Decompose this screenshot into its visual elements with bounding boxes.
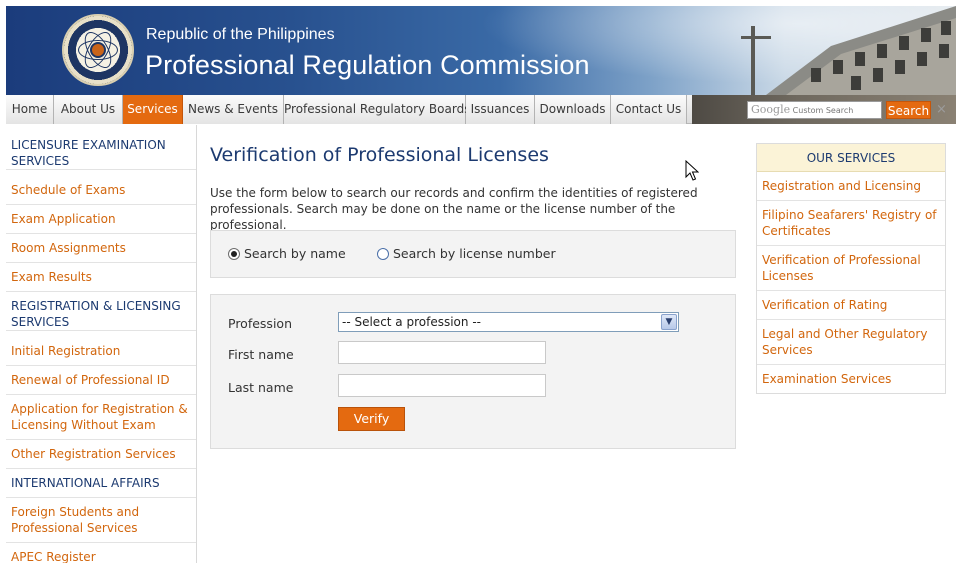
search-mode-panel: Search by name Search by license number [210,230,736,278]
chevron-down-icon[interactable]: ▼ [661,314,677,330]
first-name-label: First name [228,347,294,362]
prc-seal-logo [62,14,134,86]
nav-tab-news-events[interactable]: News & Events [183,95,284,124]
service-registration-licensing[interactable]: Registration and Licensing [757,172,945,201]
profession-label: Profession [228,316,292,331]
mouse-cursor-icon [685,160,699,181]
sidebar-item-exam-application[interactable]: Exam Application [6,205,196,234]
sidebar-item-apec-register[interactable]: APEC Register [6,543,196,563]
radio-search-by-license[interactable]: Search by license number [377,247,556,263]
header-banner: Republic of the Philippines Professional… [6,6,956,95]
service-verification-licenses[interactable]: Verification of Professional Licenses [757,246,945,291]
verify-button[interactable]: Verify [338,407,405,431]
radio-search-by-name[interactable]: Search by name [228,247,346,263]
service-seafarers-registry[interactable]: Filipino Seafarers' Registry of Certific… [757,201,945,246]
sidebar-item-other-registration[interactable]: Other Registration Services [6,440,196,469]
service-legal-regulatory[interactable]: Legal and Other Regulatory Services [757,320,945,365]
service-verification-rating[interactable]: Verification of Rating [757,291,945,320]
nav-tab-regulatory-boards[interactable]: Professional Regulatory Boards [284,95,470,124]
sidebar-item-room-assignments[interactable]: Room Assignments [6,234,196,263]
nav-tab-downloads[interactable]: Downloads [535,95,611,124]
left-sidebar: LICENSURE EXAMINATION SERVICES Schedule … [6,125,197,563]
nav-tab-home[interactable]: Home [6,95,54,124]
sidebar-item-exam-results[interactable]: Exam Results [6,263,196,292]
seal-core [90,42,106,58]
header-subtitle: Republic of the Philippines [146,26,335,43]
nav-tab-about-us[interactable]: About Us [54,95,123,124]
last-name-input[interactable] [338,374,546,397]
page-title: Verification of Professional Licenses [210,144,549,166]
radio-label-by-license: Search by license number [393,246,556,261]
first-name-input[interactable] [338,341,546,364]
google-logo: Google [751,103,791,116]
sidebar-heading-licensure: LICENSURE EXAMINATION SERVICES [6,131,196,170]
nav-tab-services[interactable]: Services [123,95,183,124]
last-name-label: Last name [228,380,294,395]
nav-tab-issuances[interactable]: Issuances [466,95,535,124]
intro-text: Use the form below to search our records… [210,186,698,232]
header-title: Professional Regulation Commission [145,50,590,80]
verification-form: Profession -- Select a profession -- ▼ F… [210,294,736,449]
sidebar-item-renewal-id[interactable]: Renewal of Professional ID [6,366,196,395]
radio-unselected-icon[interactable] [377,248,389,260]
our-services-panel: OUR SERVICES Registration and Licensing … [756,143,946,394]
our-services-heading: OUR SERVICES [757,144,945,172]
sidebar-item-initial-registration[interactable]: Initial Registration [6,337,196,366]
building-photo [741,6,956,95]
radio-label-by-name: Search by name [244,246,346,261]
close-icon[interactable]: × [936,101,947,119]
custom-search-input[interactable]: Google Custom Search [747,101,882,119]
radio-selected-icon[interactable] [228,248,240,260]
nav-tab-contact-us[interactable]: Contact Us [611,95,687,124]
sidebar-item-schedule-of-exams[interactable]: Schedule of Exams [6,176,196,205]
sidebar-item-foreign-students[interactable]: Foreign Students and Professional Servic… [6,498,196,543]
profession-selected-value: -- Select a profession -- [342,315,481,329]
sidebar-heading-registration: REGISTRATION & LICENSING SERVICES [6,292,196,331]
search-button[interactable]: Search [886,101,931,119]
service-examination[interactable]: Examination Services [757,365,945,393]
sidebar-item-registration-without-exam[interactable]: Application for Registration & Licensing… [6,395,196,440]
profession-select[interactable]: -- Select a profession -- ▼ [338,312,679,332]
search-placeholder: Custom Search [792,106,854,115]
sidebar-heading-international: INTERNATIONAL AFFAIRS [6,469,196,498]
